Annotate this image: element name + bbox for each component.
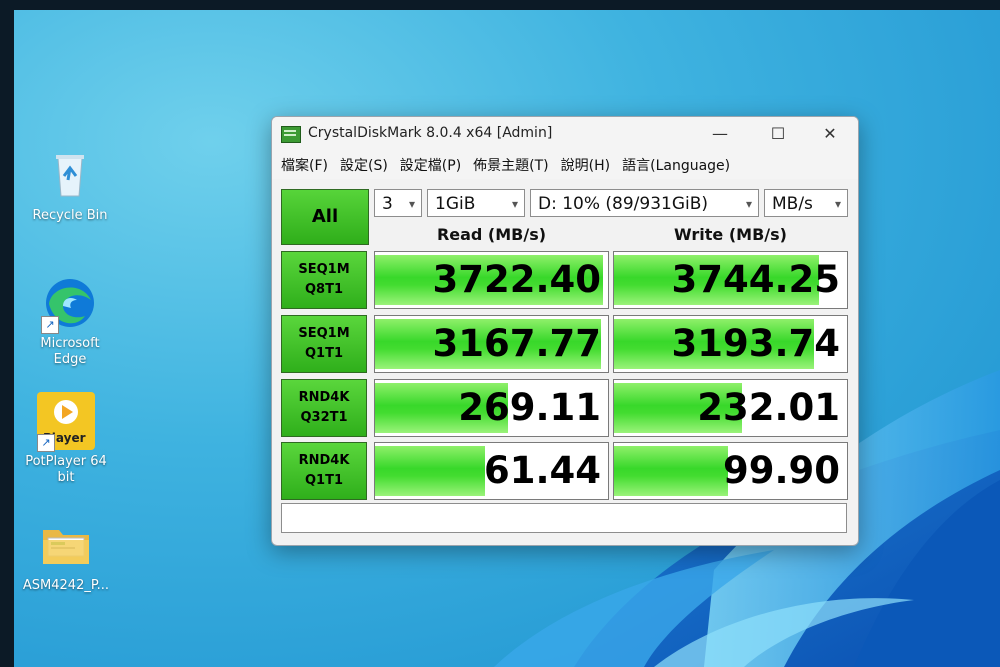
recycle-bin-icon — [41, 146, 99, 204]
unit-select[interactable]: MB/s ▾ — [764, 189, 848, 217]
folder-icon — [37, 516, 95, 574]
write-bar — [614, 446, 729, 496]
write-header: Write (MB/s) — [674, 225, 787, 244]
drive-select[interactable]: D: 10% (89/931GiB) ▾ — [530, 189, 759, 217]
menu-theme[interactable]: 佈景主題(T) — [470, 155, 557, 175]
crystaldiskmark-window: CrystalDiskMark 8.0.4 x64 [Admin] — ☐ ✕ … — [271, 116, 859, 546]
menu-language[interactable]: 語言(Language) — [619, 155, 739, 175]
test-params: Q1T1 — [304, 346, 343, 361]
shortcut-arrow-icon: ↗ — [37, 434, 55, 452]
minimize-button[interactable]: — — [700, 121, 740, 147]
write-result-cell: 3744.25 — [613, 251, 848, 309]
menu-bar: 檔案(F) 設定(S) 設定檔(P) 佈景主題(T) 說明(H) 語言(Lang… — [272, 151, 858, 179]
status-bar — [281, 503, 847, 533]
desktop-icon-label: Recycle Bin — [32, 208, 108, 223]
desktop-icon-edge[interactable]: ↗ Microsoft Edge — [24, 274, 116, 368]
menu-help[interactable]: 說明(H) — [558, 155, 619, 175]
desktop-icon-potplayer[interactable]: Player ↗ PotPlayer 64 bit — [20, 392, 112, 486]
chevron-down-icon: ▾ — [511, 197, 518, 211]
read-value: 3167.77 — [432, 322, 601, 365]
read-result-cell: 269.11 — [374, 379, 609, 437]
read-result-cell: 3722.40 — [374, 251, 609, 309]
size-value: 1GiB — [435, 194, 476, 214]
title-bar[interactable]: CrystalDiskMark 8.0.4 x64 [Admin] — ☐ ✕ — [272, 117, 858, 151]
write-value: 3744.25 — [671, 258, 840, 301]
write-value: 232.01 — [697, 386, 840, 429]
count-select[interactable]: 3 ▾ — [374, 189, 422, 217]
test-button-0[interactable]: SEQ1M Q8T1 — [281, 251, 367, 309]
desktop-icon-label: ASM4242_P... — [22, 578, 110, 593]
chevron-down-icon: ▾ — [745, 197, 752, 211]
unit-value: MB/s — [772, 194, 813, 214]
read-header: Read (MB/s) — [436, 225, 547, 244]
write-value: 3193.74 — [671, 322, 840, 365]
write-result-cell: 232.01 — [613, 379, 848, 437]
desktop-icon-label: PotPlayer 64 bit — [25, 454, 107, 485]
maximize-button[interactable]: ☐ — [758, 121, 798, 147]
count-value: 3 — [382, 194, 393, 214]
test-name: RND4K — [298, 390, 350, 405]
test-name: RND4K — [298, 453, 350, 468]
menu-settings[interactable]: 設定(S) — [337, 155, 397, 175]
menu-profile[interactable]: 設定檔(P) — [397, 155, 470, 175]
read-value: 3722.40 — [432, 258, 601, 301]
menu-file[interactable]: 檔案(F) — [278, 155, 337, 175]
desktop-icon-recycle-bin[interactable]: Recycle Bin — [24, 146, 116, 224]
read-result-cell: 3167.77 — [374, 315, 609, 373]
test-button-3[interactable]: RND4K Q1T1 — [281, 442, 367, 500]
test-button-1[interactable]: SEQ1M Q1T1 — [281, 315, 367, 373]
test-params: Q32T1 — [300, 410, 348, 425]
desktop-icon-folder[interactable]: ASM4242_P... — [20, 516, 112, 594]
drive-value: D: 10% (89/931GiB) — [538, 194, 709, 214]
read-value: 269.11 — [458, 386, 601, 429]
chevron-down-icon: ▾ — [408, 197, 415, 211]
write-result-cell: 99.90 — [613, 442, 848, 500]
write-value: 99.90 — [722, 449, 840, 492]
test-name: SEQ1M — [298, 262, 350, 277]
edge-icon: ↗ — [41, 274, 99, 334]
read-bar — [375, 446, 485, 496]
write-result-cell: 3193.74 — [613, 315, 848, 373]
close-button[interactable]: ✕ — [810, 121, 850, 147]
test-params: Q8T1 — [304, 282, 343, 297]
desktop-icon-label: Microsoft Edge — [40, 336, 100, 367]
test-button-2[interactable]: RND4K Q32T1 — [281, 379, 367, 437]
potplayer-icon: Player ↗ — [37, 392, 95, 452]
window-title: CrystalDiskMark 8.0.4 x64 [Admin] — [308, 125, 553, 141]
shortcut-arrow-icon: ↗ — [41, 316, 59, 334]
app-icon — [281, 126, 301, 143]
test-name: SEQ1M — [298, 326, 350, 341]
test-params: Q1T1 — [304, 473, 343, 488]
chevron-down-icon: ▾ — [834, 197, 841, 211]
read-value: 61.44 — [483, 449, 601, 492]
size-select[interactable]: 1GiB ▾ — [427, 189, 525, 217]
read-result-cell: 61.44 — [374, 442, 609, 500]
all-button[interactable]: All — [281, 189, 369, 245]
